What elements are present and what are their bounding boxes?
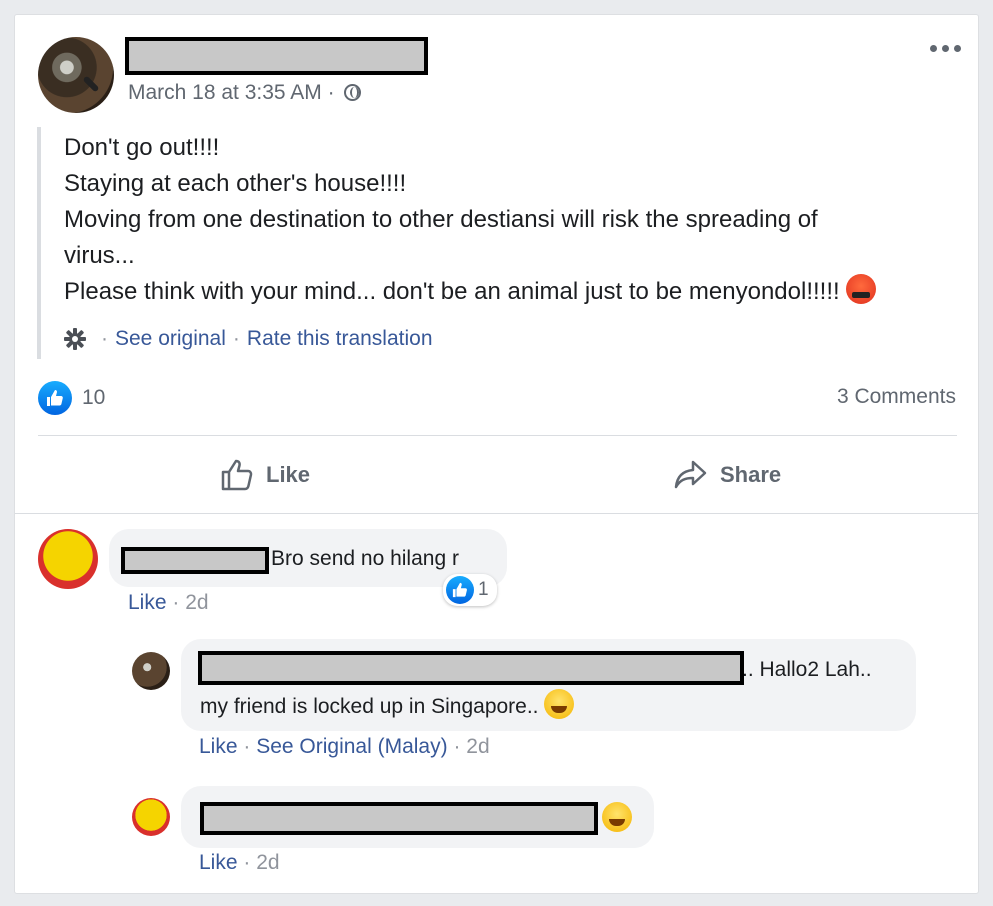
- dot-icon: [954, 45, 961, 52]
- gear-icon[interactable]: [64, 328, 86, 350]
- like-button[interactable]: Like: [220, 455, 310, 495]
- globe-icon: [344, 84, 362, 101]
- share-arrow-icon: [674, 460, 707, 489]
- share-button[interactable]: Share: [674, 455, 781, 495]
- like-count: 10: [82, 386, 106, 409]
- post-line: Staying at each other's house!!!!: [64, 170, 407, 197]
- post-text: Don't go out!!!! Staying at each other's…: [64, 130, 964, 310]
- redacted-commenter-name: [121, 547, 269, 574]
- reply-time[interactable]: 2d: [256, 851, 279, 874]
- comment-reaction-chip[interactable]: 1: [443, 574, 497, 606]
- redacted-reply-name: [198, 651, 744, 685]
- commenter-avatar[interactable]: [38, 529, 98, 589]
- post-line: Don't go out!!!!: [64, 134, 220, 161]
- post-line: virus...: [64, 242, 135, 269]
- see-original-malay-link[interactable]: See Original (Malay): [256, 735, 447, 758]
- comment-like-link[interactable]: Like: [128, 591, 167, 614]
- reply-text: my friend is locked up in Singapore..: [200, 695, 539, 718]
- reply-actions: Like · 2d: [199, 851, 280, 875]
- dot-icon: [930, 45, 937, 52]
- translation-quote-bar: [37, 127, 41, 359]
- reply-time[interactable]: 2d: [466, 735, 489, 758]
- grinning-sweat-icon: [544, 689, 575, 719]
- separator: ·: [237, 851, 257, 874]
- post-line-text: Please think with your mind... don't be …: [64, 278, 840, 305]
- meta-separator: ·: [327, 81, 335, 104]
- comments-count-link[interactable]: 3 Comments: [837, 385, 956, 409]
- separator: ·: [101, 327, 108, 350]
- dot-icon: [942, 45, 949, 52]
- separator: ·: [447, 735, 467, 758]
- reply-like-link[interactable]: Like: [199, 735, 238, 758]
- angry-face-icon: [845, 274, 876, 304]
- reply-avatar[interactable]: [132, 652, 170, 690]
- post-card: March 18 at 3:35 AM · Don't go out!!!! S…: [14, 14, 979, 894]
- divider: [38, 435, 957, 436]
- post-line: Moving from one destination to other des…: [64, 206, 818, 233]
- post-line: Please think with your mind... don't be …: [64, 274, 964, 310]
- comment-text: Bro send no hilang r: [271, 547, 459, 570]
- author-avatar[interactable]: [38, 37, 114, 113]
- reply-actions: Like · See Original (Malay) · 2d: [199, 735, 490, 759]
- post-timestamp[interactable]: March 18 at 3:35 AM: [128, 81, 322, 104]
- thumbs-up-icon: [221, 459, 253, 491]
- comment-actions: Like · 2d: [128, 591, 209, 615]
- comment-time[interactable]: 2d: [185, 591, 208, 614]
- like-reaction-icon: [446, 576, 474, 604]
- more-options-button[interactable]: [930, 45, 964, 59]
- reactions-summary[interactable]: 10: [38, 381, 105, 415]
- reaction-count: 1: [478, 579, 489, 600]
- reply-avatar[interactable]: [132, 798, 170, 836]
- reply-text-line2: my friend is locked up in Singapore..: [200, 689, 575, 719]
- comments-section: Bro send no hilang r 1 Like · 2d .. Hall…: [15, 513, 978, 894]
- like-reaction-icon: [38, 381, 72, 415]
- separator: ·: [237, 735, 257, 758]
- reply-text-line1: .. Hallo2 Lah..: [742, 658, 872, 681]
- share-label: Share: [720, 462, 782, 487]
- separator: ·: [166, 591, 186, 614]
- rate-translation-link[interactable]: Rate this translation: [247, 327, 433, 351]
- redacted-reply-name: [200, 802, 598, 835]
- laughing-tears-icon: [602, 802, 632, 832]
- like-label: Like: [266, 462, 311, 487]
- post-meta: March 18 at 3:35 AM ·: [128, 81, 362, 105]
- reply-like-link[interactable]: Like: [199, 851, 238, 874]
- redacted-author-name: [125, 37, 428, 75]
- translation-row: · See original · Rate this translation: [64, 327, 433, 351]
- see-original-link[interactable]: See original: [115, 327, 226, 351]
- separator: ·: [232, 327, 240, 350]
